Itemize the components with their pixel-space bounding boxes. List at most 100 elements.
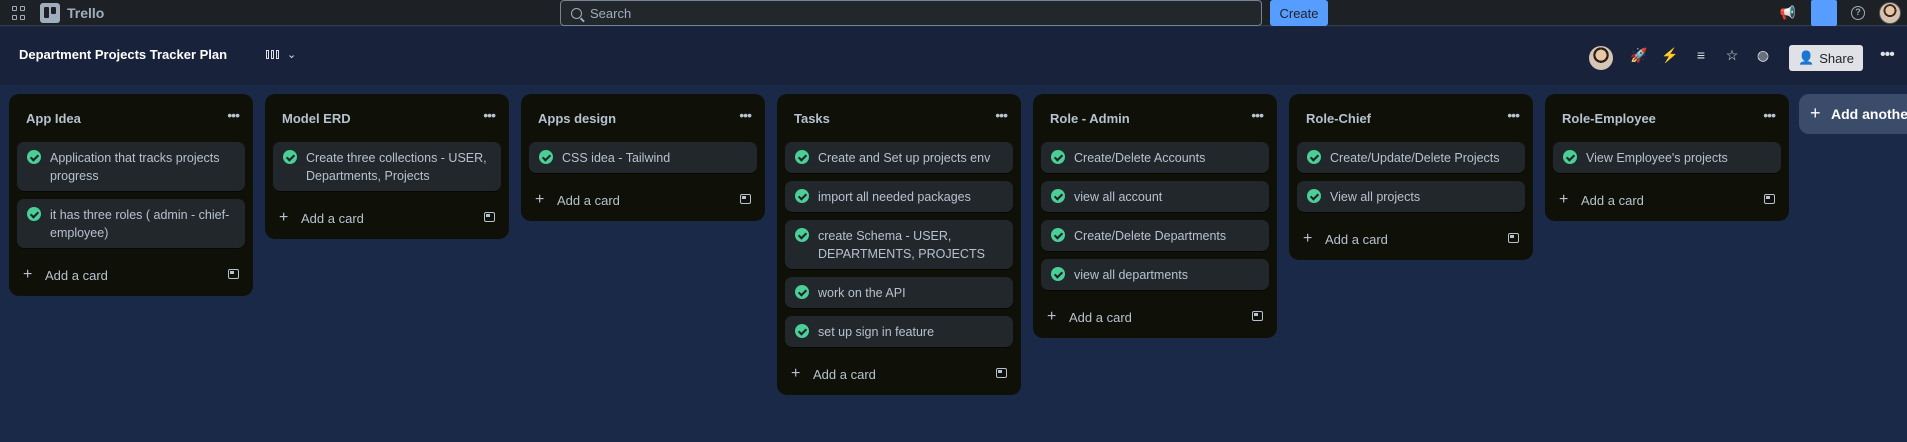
list-title[interactable]: Apps design [538, 111, 616, 126]
complete-check-icon[interactable] [283, 150, 297, 164]
board-view-switcher[interactable]: ⌄ [266, 48, 296, 61]
card[interactable]: view all departments [1041, 259, 1269, 290]
add-card-button[interactable]: + Add a card [9, 256, 253, 296]
card[interactable]: Create three collections - USER, Departm… [273, 142, 501, 191]
add-another-list-button[interactable]: + Add another [1799, 94, 1907, 134]
filter-icon[interactable]: ≡ [1692, 47, 1710, 64]
member-avatar[interactable] [1589, 46, 1613, 70]
card[interactable]: Create/Update/Delete Projects [1297, 142, 1525, 173]
top-navigation-bar: Trello Create 📢 ? [0, 0, 1907, 26]
complete-check-icon[interactable] [1307, 189, 1321, 203]
create-from-template-icon[interactable] [740, 194, 751, 204]
complete-check-icon[interactable] [1051, 150, 1065, 164]
list-menu-icon[interactable]: ••• [1507, 107, 1520, 123]
list-menu-icon[interactable]: ••• [483, 107, 496, 123]
list-menu-icon[interactable]: ••• [1251, 107, 1264, 123]
complete-check-icon[interactable] [27, 150, 41, 164]
search-box[interactable] [560, 0, 1262, 26]
card-title: Create/Delete Departments [1074, 229, 1227, 243]
card-list: CSS idea - Tailwind [521, 142, 765, 173]
card-list: Create/Update/Delete Projects View all pr… [1289, 142, 1533, 212]
card-list: Application that tracks projects progres… [9, 142, 253, 248]
card[interactable]: it has three roles ( admin - chief-emplo… [17, 199, 245, 248]
create-from-template-icon[interactable] [1764, 194, 1775, 204]
list-menu-icon[interactable]: ••• [995, 107, 1008, 123]
create-from-template-icon[interactable] [1508, 233, 1519, 243]
card[interactable]: View all projects [1297, 181, 1525, 212]
star-icon[interactable]: ☆ [1723, 47, 1741, 64]
share-label: Share [1819, 50, 1854, 66]
add-card-button[interactable]: + Add a card [265, 199, 509, 239]
app-name: Trello [67, 5, 105, 21]
add-card-label: Add a card [1069, 310, 1132, 325]
list-title[interactable]: Tasks [794, 111, 830, 126]
card[interactable]: import all needed packages [785, 181, 1013, 212]
list-menu-icon[interactable]: ••• [1763, 107, 1776, 123]
board-view-icon [266, 50, 279, 59]
card[interactable]: work on the API [785, 277, 1013, 308]
complete-check-icon[interactable] [795, 324, 809, 338]
complete-check-icon[interactable] [539, 150, 553, 164]
complete-check-icon[interactable] [1307, 150, 1321, 164]
card[interactable]: View Employee's projects [1553, 142, 1781, 173]
add-card-label: Add a card [1325, 232, 1388, 247]
globe-icon[interactable]: ◍ [1754, 47, 1772, 64]
plus-icon: + [791, 365, 801, 382]
card-title: Create and Set up projects env [818, 151, 991, 165]
list-header: Model ERD ••• [265, 94, 509, 142]
card[interactable]: Create/Delete Departments [1041, 220, 1269, 251]
list-header: Role-Chief ••• [1289, 94, 1533, 142]
list-0: App Idea ••• Application that tracks proje… [9, 94, 253, 296]
chevron-down-icon: ⌄ [287, 49, 297, 61]
add-card-button[interactable]: + Add a card [521, 181, 765, 221]
create-from-template-icon[interactable] [1252, 311, 1263, 321]
card[interactable]: Application that tracks projects progres… [17, 142, 245, 191]
create-from-template-icon[interactable] [484, 212, 495, 222]
card[interactable]: Create/Delete Accounts [1041, 142, 1269, 173]
complete-check-icon[interactable] [795, 285, 809, 299]
add-card-button[interactable]: + Add a card [1033, 298, 1277, 338]
board-title[interactable]: Department Projects Tracker Plan [19, 47, 227, 62]
more-icon[interactable]: ••• [1880, 46, 1895, 64]
list-title[interactable]: Role-Chief [1306, 111, 1371, 126]
add-card-button[interactable]: + Add a card [1289, 220, 1533, 260]
notification-icon[interactable] [1811, 0, 1837, 26]
add-card-button[interactable]: + Add a card [1545, 181, 1789, 221]
rocket-icon[interactable]: 🚀 [1630, 47, 1648, 64]
apps-grid-icon[interactable] [12, 6, 26, 20]
list-title[interactable]: Role - Admin [1050, 111, 1130, 126]
megaphone-icon[interactable]: 📢 [1779, 4, 1797, 22]
card-title: it has three roles ( admin - chief-emplo… [50, 208, 230, 240]
board-header: Department Projects Tracker Plan ⌄ 🚀 ⚡ ≡… [0, 27, 1907, 85]
list-title[interactable]: Model ERD [282, 111, 351, 126]
add-card-button[interactable]: + Add a card [777, 355, 1021, 395]
complete-check-icon[interactable] [1051, 267, 1065, 281]
avatar[interactable] [1879, 2, 1901, 24]
list-menu-icon[interactable]: ••• [739, 107, 752, 123]
list-menu-icon[interactable]: ••• [227, 107, 240, 123]
card[interactable]: view all account [1041, 181, 1269, 212]
create-from-template-icon[interactable] [228, 269, 239, 279]
card[interactable]: Create and Set up projects env [785, 142, 1013, 173]
search-input[interactable] [590, 5, 1190, 21]
complete-check-icon[interactable] [1563, 150, 1577, 164]
trello-logo[interactable]: Trello [40, 3, 104, 23]
complete-check-icon[interactable] [1051, 228, 1065, 242]
complete-check-icon[interactable] [1051, 189, 1065, 203]
share-button[interactable]: 👤 Share [1789, 45, 1863, 71]
lightning-icon[interactable]: ⚡ [1661, 47, 1679, 64]
card[interactable]: set up sign in feature [785, 316, 1013, 347]
help-icon[interactable]: ? [1851, 6, 1865, 20]
list-title[interactable]: Role-Employee [1562, 111, 1656, 126]
search-icon [571, 7, 582, 19]
card[interactable]: CSS idea - Tailwind [529, 142, 757, 173]
complete-check-icon[interactable] [795, 150, 809, 164]
list-title[interactable]: App Idea [26, 111, 81, 126]
complete-check-icon[interactable] [795, 228, 809, 242]
create-button[interactable]: Create [1270, 0, 1328, 26]
list-6: Role-Employee ••• View Employee's projects… [1545, 94, 1789, 221]
complete-check-icon[interactable] [795, 189, 809, 203]
complete-check-icon[interactable] [27, 207, 41, 221]
create-from-template-icon[interactable] [996, 368, 1007, 378]
card[interactable]: create Schema - USER, DEPARTMENTS, PROJE… [785, 220, 1013, 269]
